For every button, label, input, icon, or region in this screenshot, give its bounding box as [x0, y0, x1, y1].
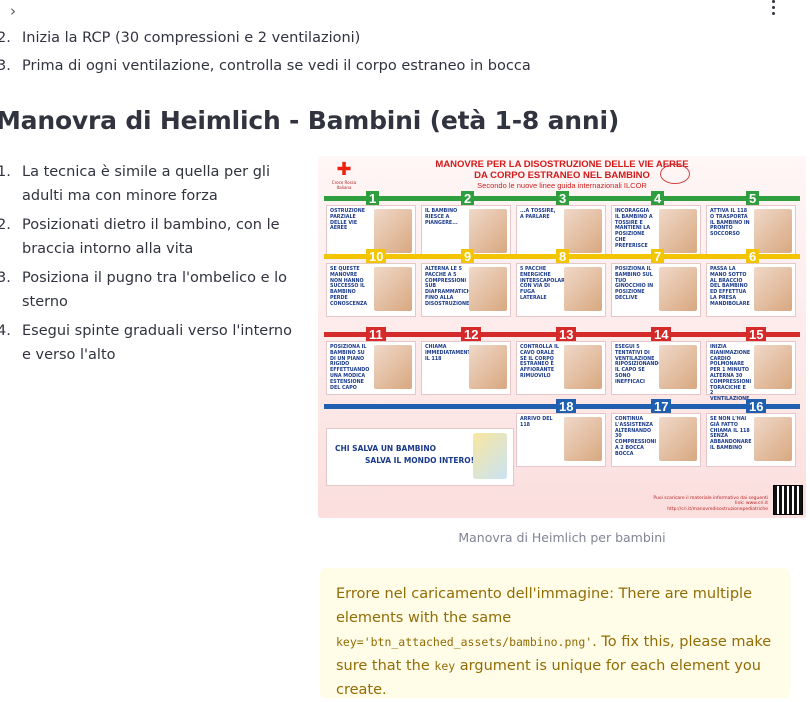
step-text: Arrivo del 118: [520, 417, 553, 428]
step-number: 8: [556, 249, 570, 264]
step-number: 14: [651, 327, 672, 342]
step-text: Alterna le 5 pacche a 5 compressioni sub…: [425, 267, 474, 307]
step-panel: Se non l'hai già fatto chiama il 118 sen…: [706, 413, 796, 467]
step-photo: [754, 267, 792, 311]
step-photo: [659, 345, 697, 389]
image-caption: Manovra di Heimlich per bambini: [458, 530, 666, 545]
step-panel: Esegui 5 tentativi di ventilazione ripos…: [611, 341, 701, 395]
step-photo: [469, 345, 507, 389]
step-photo: [374, 267, 412, 311]
list-item: 4. Esegui spinte graduali verso l'interno…: [0, 323, 292, 363]
step-photo: [754, 417, 792, 461]
heimlich-steps-list: 1. La tecnica è simile a quella per gli a…: [0, 160, 300, 372]
step-number: 11: [366, 327, 386, 342]
step-panel: Posiziona il bambino su di un piano rigi…: [326, 341, 416, 395]
step-number: 12: [461, 327, 482, 342]
error-alert: Errore nel caricamento dell'immagine: Th…: [320, 568, 790, 698]
step-number: 7: [651, 249, 665, 264]
step-number: 5: [746, 191, 760, 206]
list-item: 2. Posizionati dietro il bambino, con le …: [0, 217, 280, 257]
step-text: Incoraggia il bambino a tossire e mantie…: [615, 209, 653, 249]
step-text: Se queste manovre non hanno successo il …: [330, 267, 368, 307]
children-illustration: [473, 433, 507, 479]
step-number: 16: [746, 399, 767, 414]
step-photo: [659, 267, 697, 311]
step-number: 1: [366, 191, 380, 206]
step-panel: Posiziona il bambino sul tuo ginocchio i…: [611, 263, 701, 317]
infographic-footer: Puoi scaricare il materiale informativo …: [653, 495, 768, 512]
step-photo: [564, 345, 602, 389]
step-photo: [374, 345, 412, 389]
qr-code: [773, 485, 803, 515]
step-panel: Alterna le 5 pacche a 5 compressioni sub…: [421, 263, 511, 317]
step-photo: [754, 209, 792, 253]
step-photo: [374, 209, 412, 253]
list-item: 2. Inizia la RCP (30 compressioni e 2 ven…: [0, 30, 361, 46]
step-number: 9: [461, 249, 475, 264]
step-text: Se non l'hai già fatto chiama il 118 sen…: [710, 417, 752, 451]
step-photo: [469, 267, 507, 311]
step-photo: [564, 209, 602, 253]
step-text: Chiama immediatamente il 118: [425, 345, 474, 362]
cpr-steps-list: 2. Inizia la RCP (30 compressioni e 2 ven…: [0, 26, 560, 78]
list-item: 3. Posiziona il pugno tra l'ombelico e lo…: [0, 270, 288, 310]
step-panel: Arrivo del 118: [516, 413, 606, 467]
step-text: Continua l'assistenza alternando 30 comp…: [615, 417, 657, 457]
step-photo: [659, 417, 697, 461]
list-item: 1. La tecnica è simile a quella per gli a…: [0, 164, 270, 204]
step-number: 4: [651, 191, 665, 206]
step-panel: Inizia rianimazione cardio polmonare per…: [706, 341, 796, 402]
step-number: 10: [366, 249, 387, 264]
step-panel: Passa la mano sotto al braccio del bambi…: [706, 263, 796, 317]
step-number: 6: [746, 249, 760, 264]
step-text: Controlla il cavo orale se il corpo estr…: [520, 345, 559, 379]
step-text: ...a tossire, a parlare: [520, 209, 556, 220]
step-text: Posiziona il bambino sul tuo ginocchio i…: [615, 267, 654, 301]
chevron-right-icon[interactable]: ›: [10, 2, 16, 20]
step-panel: Continua l'assistenza alternando 30 comp…: [611, 413, 701, 467]
step-panel: Chiama immediatamente il 118: [421, 341, 511, 395]
step-number: 15: [746, 327, 767, 342]
ilcor-logo: [660, 164, 690, 184]
slogan-card: CHI SALVA UN BAMBINO SALVA IL MONDO INTER…: [326, 428, 514, 486]
step-number: 18: [556, 399, 577, 414]
step-text: Esegui 5 tentativi di ventilazione ripos…: [615, 345, 663, 385]
step-photo: [564, 417, 602, 461]
error-message: Errore nel caricamento dell'immagine: Th…: [336, 586, 772, 698]
step-panel: Se queste manovre non hanno successo il …: [326, 263, 416, 317]
step-text: Il bambino riesce a piangere...: [425, 209, 458, 226]
step-photo: [754, 345, 792, 389]
list-item: 3. Prima di ogni ventilazione, controlla …: [0, 58, 531, 74]
step-number: 2: [461, 191, 475, 206]
section-title: Manovra di Heimlich - Bambini (età 1-8 a…: [0, 106, 620, 135]
step-number: 3: [556, 191, 570, 206]
infographic-title: MANOVRE PER LA DISOSTRUZIONE DELLE VIE A…: [435, 159, 689, 181]
step-text: Inizia rianimazione cardio polmonare per…: [710, 345, 752, 403]
step-text: 5 pacche energiche interscapolari con vi…: [520, 267, 567, 301]
step-text: Posiziona il bambino su di un piano rigi…: [330, 345, 370, 391]
step-photo: [659, 209, 697, 253]
step-panel: Controlla il cavo orale se il corpo estr…: [516, 341, 606, 395]
step-photo: [469, 209, 507, 253]
infographic-subtitle: Secondo le nuove linee guida internazion…: [477, 181, 647, 190]
step-text: Ostruzione parziale delle vie aeree: [330, 209, 366, 232]
step-number: 17: [651, 399, 672, 414]
step-panel: 5 pacche energiche interscapolari con vi…: [516, 263, 606, 317]
step-text: Passa la mano sotto al braccio del bambi…: [710, 267, 750, 307]
step-text: Attiva il 118 o trasporta il bambino in …: [710, 209, 750, 238]
step-photo: [564, 267, 602, 311]
heimlich-infographic[interactable]: ✚ Croce Rossa Italiana MANOVRE PER LA DI…: [318, 156, 806, 518]
step-number: 13: [556, 327, 577, 342]
more-options-icon[interactable]: [768, 0, 778, 18]
